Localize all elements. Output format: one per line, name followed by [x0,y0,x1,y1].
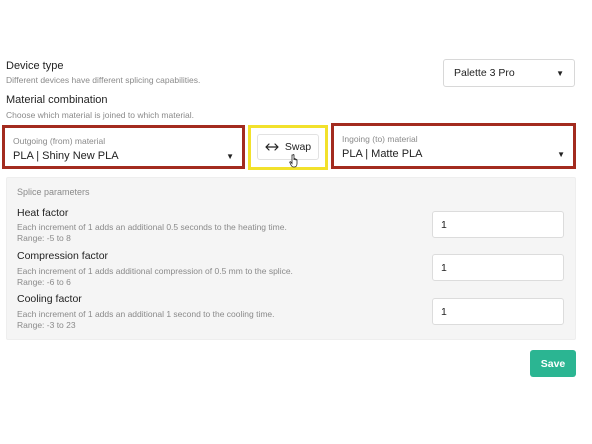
swap-highlight: Swap [248,125,328,170]
compression-factor-label: Compression factor [17,250,109,262]
compression-factor-input[interactable] [432,254,564,281]
heat-factor-label: Heat factor [17,207,69,219]
chevron-down-icon: ▼ [226,152,234,161]
ingoing-material-select[interactable]: Ingoing (to) material PLA | Matte PLA ▼ [331,123,576,169]
save-button[interactable]: Save [530,350,576,377]
device-type-select[interactable]: Palette 3 Pro ▼ [443,59,575,87]
ingoing-material-value: PLA | Matte PLA [342,148,423,160]
outgoing-material-select[interactable]: Outgoing (from) material PLA | Shiny New… [2,125,245,169]
heat-factor-input[interactable] [432,211,564,238]
ingoing-material-caption: Ingoing (to) material [342,134,418,144]
outgoing-material-caption: Outgoing (from) material [13,136,106,146]
hand-cursor-icon [289,154,298,168]
compression-factor-range: Range: -6 to 6 [17,277,71,287]
heat-factor-range: Range: -5 to 8 [17,233,71,243]
splice-parameters-title: Splice parameters [17,187,90,197]
device-type-value: Palette 3 Pro [454,67,515,79]
cooling-factor-range: Range: -3 to 23 [17,320,76,330]
swap-button[interactable]: Swap [257,134,319,160]
material-combination-help: Choose which material is joined to which… [6,110,195,120]
compression-factor-help: Each increment of 1 adds additional comp… [17,266,293,276]
cooling-factor-input[interactable] [432,298,564,325]
material-combination-label: Material combination [6,94,108,106]
device-type-label: Device type [6,60,64,72]
chevron-down-icon: ▼ [557,150,565,159]
chevron-down-icon: ▼ [556,68,564,78]
splice-parameters-panel: Splice parameters Heat factor Each incre… [6,177,576,340]
outgoing-material-value: PLA | Shiny New PLA [13,150,119,162]
cooling-factor-help: Each increment of 1 adds an additional 1… [17,309,275,319]
heat-factor-help: Each increment of 1 adds an additional 0… [17,222,287,232]
device-type-help: Different devices have different splicin… [6,75,201,85]
swap-button-label: Swap [284,141,312,153]
swap-arrows-icon [265,143,279,151]
cooling-factor-label: Cooling factor [17,293,82,305]
